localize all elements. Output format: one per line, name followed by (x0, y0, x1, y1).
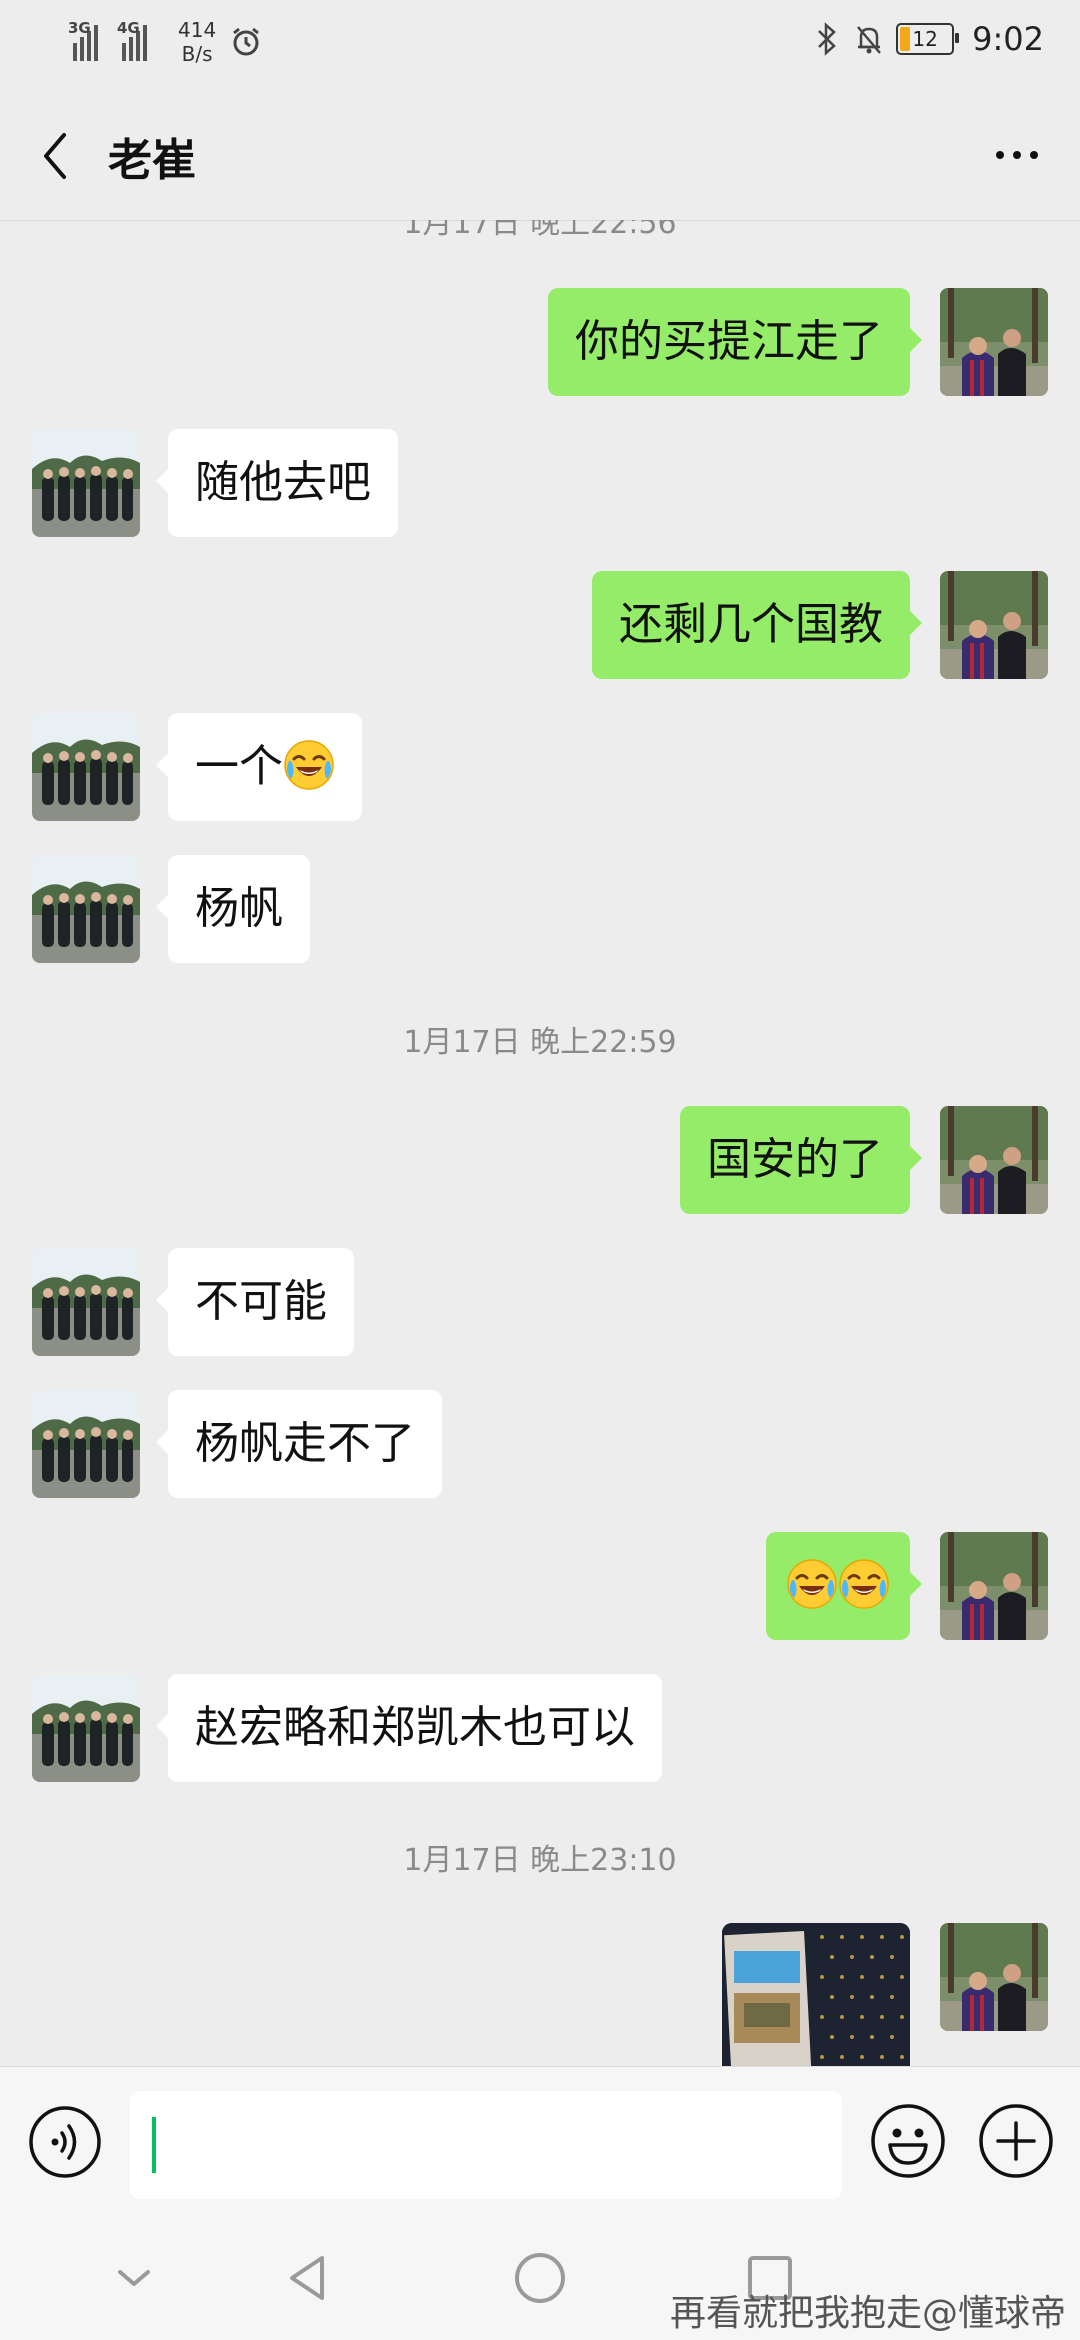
plus-icon[interactable] (978, 2103, 1054, 2179)
voice-icon[interactable] (28, 2105, 102, 2179)
back-button[interactable] (30, 126, 80, 186)
my-avatar[interactable] (940, 571, 1048, 679)
image-thumbnail (722, 1923, 910, 2066)
bluetooth-icon (818, 22, 836, 56)
contact-avatar[interactable] (32, 429, 140, 537)
battery-indicator: 12 (896, 23, 960, 55)
message-bubble[interactable]: 杨帆走不了 (156, 1390, 442, 1498)
more-dots-icon (996, 151, 1004, 159)
message-bubble[interactable] (766, 1532, 922, 1640)
timestamp: 1月17日 晚上22:56 (403, 220, 677, 241)
contact-avatar[interactable] (32, 1674, 140, 1782)
timestamp: 1月17日 晚上23:10 (403, 1843, 677, 1878)
battery-level: 12 (912, 27, 938, 51)
image-message[interactable] (722, 1923, 910, 2066)
network-4g-label: 4G (117, 19, 140, 37)
message-bubble[interactable]: 你的买提江走了 (548, 288, 922, 396)
chat-title: 老崔 (108, 135, 196, 186)
my-avatar[interactable] (940, 1532, 1048, 1640)
contact-avatar[interactable] (32, 1390, 140, 1498)
back-triangle-icon[interactable] (276, 2246, 340, 2310)
timestamp: 1月17日 晚上22:59 (403, 1025, 677, 1060)
message-bubble[interactable]: 赵宏略和郑凯木也可以 (156, 1674, 662, 1782)
network-3g-label: 3G (68, 19, 91, 37)
smile-icon[interactable] (870, 2103, 946, 2179)
my-avatar[interactable] (940, 1106, 1048, 1214)
status-bar: 3G 4G 414 B/s 12 9:02 (0, 0, 1080, 90)
message-bubble[interactable]: 一个 (156, 713, 362, 821)
network-speed: 414 B/s (178, 18, 216, 66)
input-bar (0, 2066, 1080, 2217)
contact-avatar[interactable] (32, 1248, 140, 1356)
message-bubble[interactable]: 国安的了 (680, 1106, 922, 1214)
message-bubble[interactable]: 不可能 (156, 1248, 354, 1356)
message-text: 一个 (195, 741, 283, 792)
text-caret (152, 2117, 156, 2173)
more-options-button[interactable] (982, 130, 1052, 180)
message-bubble[interactable]: 随他去吧 (156, 429, 398, 537)
chevron-down-icon[interactable] (102, 2246, 166, 2310)
laugh-cry-emoji-icon (283, 739, 335, 791)
my-avatar[interactable] (940, 288, 1048, 396)
message-bubble[interactable]: 还剩几个国教 (592, 571, 922, 679)
status-time: 9:02 (972, 20, 1044, 58)
speed-unit: B/s (181, 42, 213, 66)
laugh-cry-emoji-icon (838, 1558, 890, 1610)
alarm-icon (233, 27, 260, 56)
laugh-cry-emoji-icon (786, 1558, 838, 1610)
message-list[interactable]: 1月17日 晚上22:56 你的买提江走了 随他去吧 还剩几个国教 一个 杨帆 … (0, 220, 1080, 2066)
status-right: 12 9:02 (812, 20, 1044, 58)
signal-3g-icon: 3G (68, 19, 105, 61)
signal-4g-icon: 4G (117, 19, 154, 61)
home-circle-icon[interactable] (508, 2246, 572, 2310)
status-left: 3G 4G 414 B/s (68, 18, 262, 66)
watermark-text: 再看就把我抱走@懂球帝 (669, 2293, 1066, 2334)
message-input[interactable] (130, 2091, 842, 2199)
chat-header: 老崔 (0, 90, 1080, 221)
chevron-left-icon (44, 133, 66, 179)
speed-value: 414 (178, 18, 217, 42)
bell-muted-icon (857, 26, 882, 54)
system-nav-bar: 再看就把我抱走@懂球帝 (0, 2216, 1080, 2340)
message-bubble[interactable]: 杨帆 (156, 855, 310, 963)
my-avatar[interactable] (940, 1923, 1048, 2031)
contact-avatar[interactable] (32, 855, 140, 963)
contact-avatar[interactable] (32, 713, 140, 821)
